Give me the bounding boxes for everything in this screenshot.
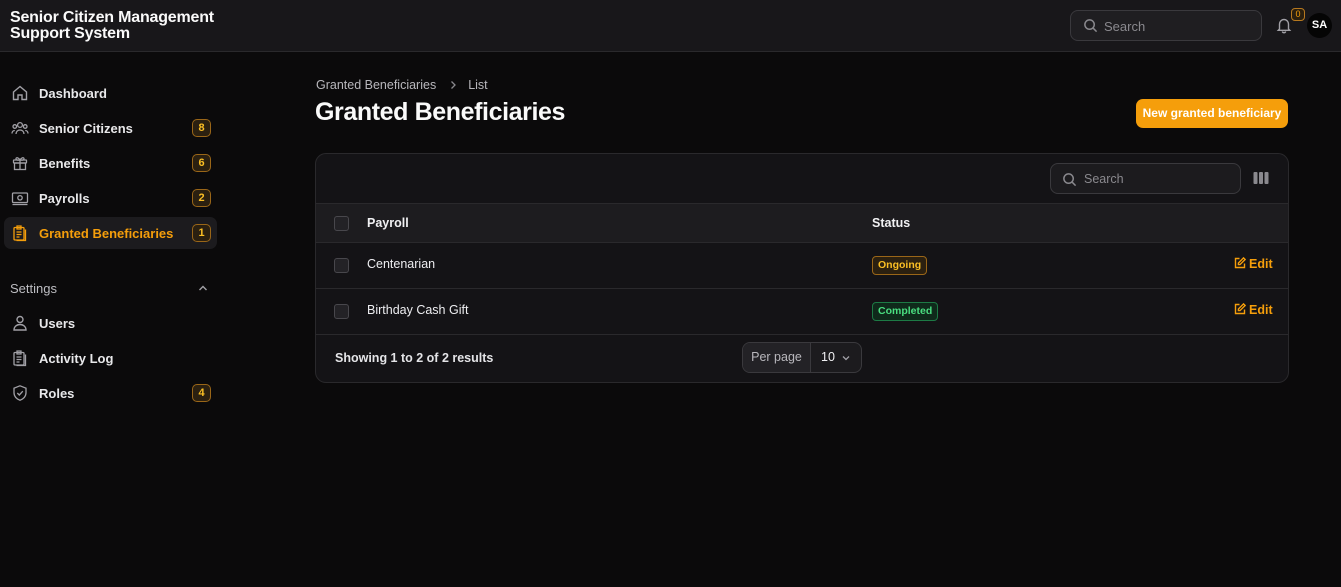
breadcrumb-current: List (468, 78, 488, 92)
payroll-cell[interactable]: Birthday Cash Gift (367, 303, 468, 317)
sidebar-item-dashboard[interactable]: Dashboard (4, 77, 217, 109)
sidebar-item-label: Users (39, 316, 76, 331)
sidebar-item-label: Roles (39, 386, 75, 401)
sidebar: Dashboard Senior Citizens 8 Benefits 6 P… (0, 52, 225, 587)
user-icon (13, 315, 27, 331)
table-card: Search Payroll Status Centenarian Ongoin… (315, 153, 1289, 383)
select-all-checkbox[interactable] (334, 216, 349, 231)
sidebar-item-users[interactable]: Users (4, 307, 217, 339)
status-badge: Completed (872, 302, 939, 321)
sidebar-item-payrolls[interactable]: Payrolls 2 (4, 182, 217, 214)
sidebar-item-label: Dashboard (39, 86, 107, 101)
settings-group-label[interactable]: Settings (10, 281, 57, 296)
breadcrumb: Granted Beneficiaries List (316, 78, 488, 92)
edit-label: Edit (1249, 257, 1273, 271)
edit-icon (1234, 303, 1246, 315)
row-checkbox[interactable] (334, 258, 349, 273)
sidebar-item-granted-beneficiaries[interactable]: Granted Beneficiaries 1 (4, 217, 217, 249)
search-icon (1063, 173, 1077, 187)
chevron-down-icon (842, 356, 850, 361)
per-page-value: 10 (821, 350, 835, 364)
sidebar-item-label: Benefits (39, 156, 91, 171)
sidebar-item-label: Activity Log (39, 351, 114, 366)
table-row: Birthday Cash Gift Completed Edit (316, 289, 1288, 335)
count-badge: 2 (192, 189, 211, 207)
banknote-icon (11, 192, 29, 206)
clipboard-list-icon (13, 350, 27, 367)
bell-icon[interactable] (1275, 16, 1293, 34)
table-search-placeholder: Search (1084, 172, 1124, 186)
row-checkbox[interactable] (334, 304, 349, 319)
notifications-badge: 0 (1291, 8, 1305, 21)
per-page-label: Per page (743, 343, 811, 372)
payroll-cell[interactable]: Centenarian (367, 257, 435, 271)
sidebar-item-senior-citizens[interactable]: Senior Citizens 8 (4, 112, 217, 144)
new-granted-beneficiary-button[interactable]: New granted beneficiary (1136, 99, 1288, 128)
sidebar-item-benefits[interactable]: Benefits 6 (4, 147, 217, 179)
table-row: Centenarian Ongoing Edit (316, 243, 1288, 289)
status-badge: Ongoing (872, 256, 928, 275)
shield-check-icon (13, 385, 27, 401)
search-icon (1084, 19, 1098, 33)
sidebar-item-label: Granted Beneficiaries (39, 226, 174, 241)
column-header-payroll[interactable]: Payroll (367, 216, 409, 230)
count-badge: 1 (192, 224, 211, 242)
home-icon (12, 85, 28, 101)
gift-icon (12, 157, 28, 171)
edit-icon (1234, 257, 1246, 269)
column-header-status[interactable]: Status (872, 216, 910, 230)
users-icon (11, 121, 29, 135)
count-badge: 4 (192, 384, 211, 402)
sidebar-item-label: Senior Citizens (39, 121, 133, 136)
sidebar-item-label: Payrolls (39, 191, 90, 206)
breadcrumb-parent[interactable]: Granted Beneficiaries (316, 78, 436, 92)
pagination-summary: Showing 1 to 2 of 2 results (335, 351, 494, 365)
sidebar-item-activity-log[interactable]: Activity Log (4, 342, 217, 374)
avatar[interactable]: SA (1307, 13, 1332, 38)
clipboard-icon (13, 225, 27, 242)
global-search-input[interactable]: Search (1070, 10, 1262, 41)
table-search-input[interactable]: Search (1050, 163, 1241, 194)
page-title: Granted Beneficiaries (315, 98, 566, 126)
app-title[interactable]: Senior Citizen Management Support System (10, 10, 250, 42)
edit-button[interactable]: Edit (1234, 257, 1273, 271)
chevron-right-icon (451, 81, 457, 89)
count-badge: 8 (192, 119, 211, 137)
count-badge: 6 (192, 154, 211, 172)
edit-label: Edit (1249, 303, 1273, 317)
edit-button[interactable]: Edit (1234, 303, 1273, 317)
columns-icon[interactable] (1253, 171, 1269, 185)
per-page-select[interactable]: Per page 10 (742, 342, 862, 373)
sidebar-item-roles[interactable]: Roles 4 (4, 377, 217, 409)
chevron-up-icon[interactable] (197, 282, 209, 294)
table-header: Payroll Status (316, 203, 1288, 243)
top-bar: Senior Citizen Management Support System… (0, 0, 1341, 52)
global-search-placeholder: Search (1104, 19, 1146, 34)
